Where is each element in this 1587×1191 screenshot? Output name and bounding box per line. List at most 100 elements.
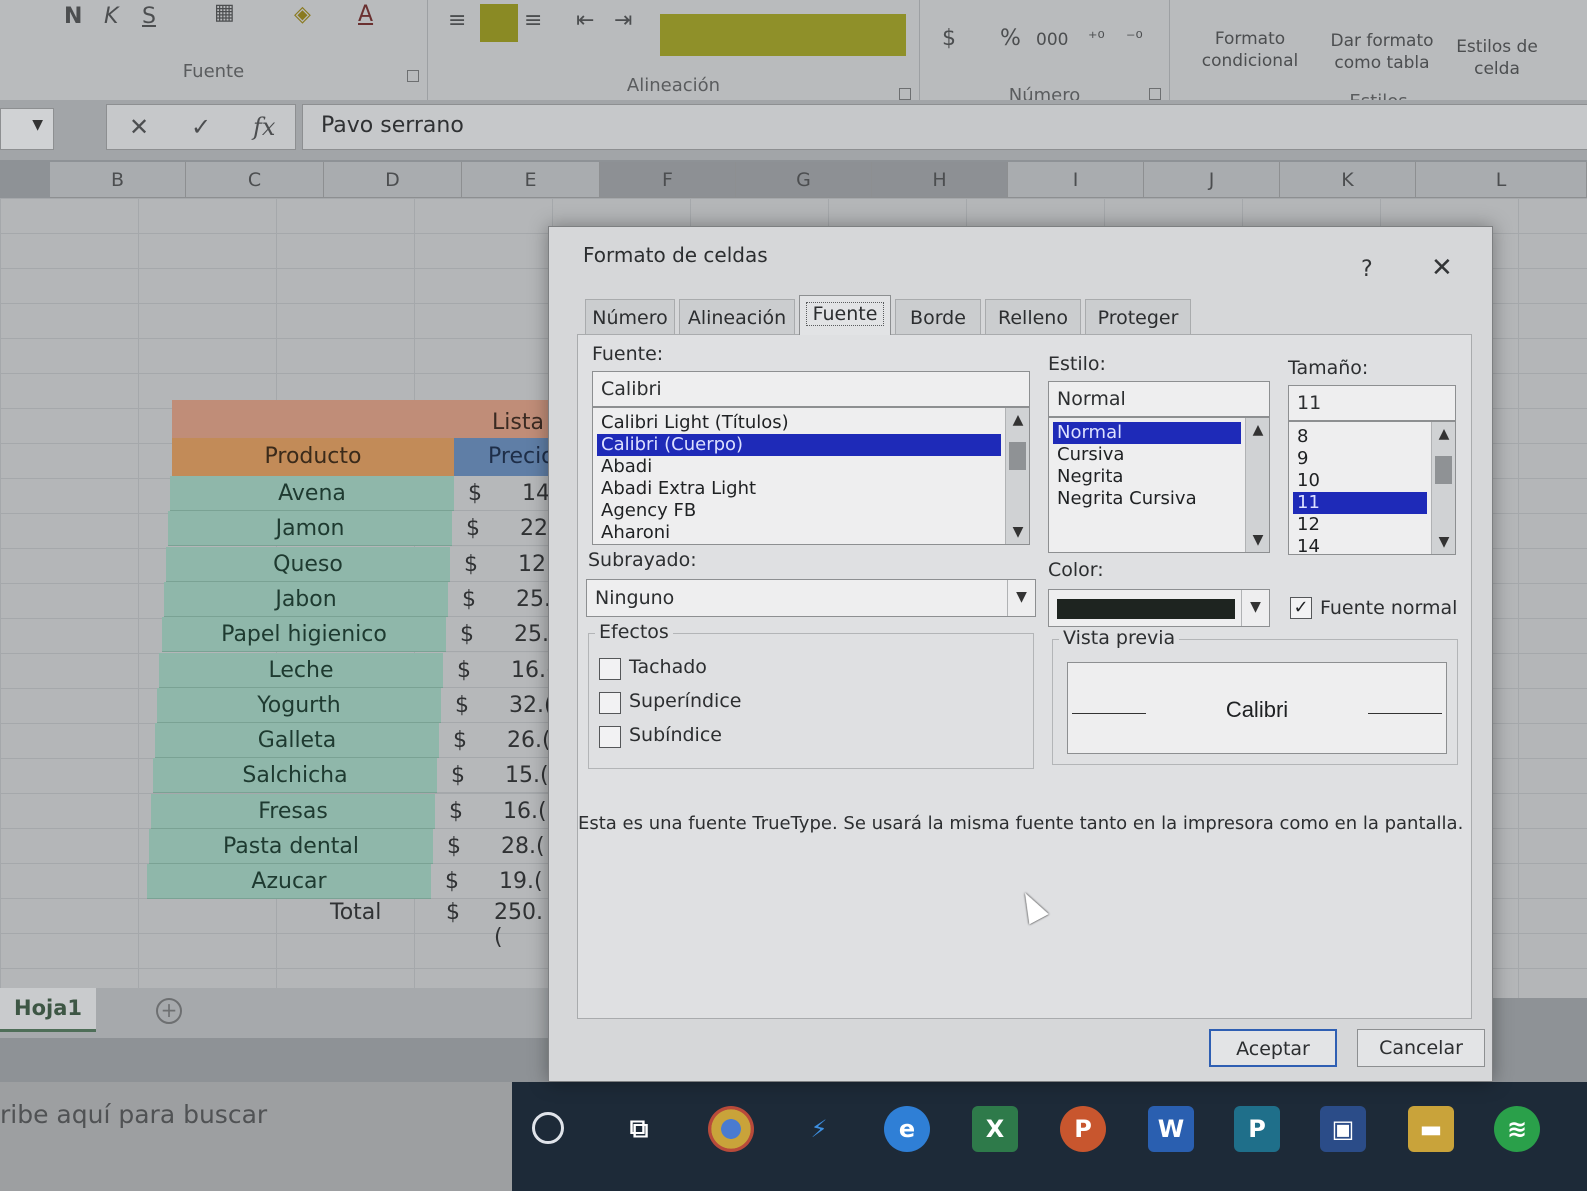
spotify-icon[interactable]: ≋ [1494,1106,1540,1152]
help-icon[interactable]: ? [1361,257,1373,282]
scroll-up-icon[interactable]: ▲ [1006,412,1029,428]
font-list-item[interactable]: Abadi Extra Light [597,478,1001,500]
underline-button[interactable]: S [142,4,156,29]
column-header-k[interactable]: K [1280,162,1416,198]
percent-button[interactable]: % [1000,26,1021,51]
ok-button[interactable]: Aceptar [1209,1029,1337,1067]
font-input[interactable]: Calibri [592,371,1030,407]
insert-function-icon[interactable]: fx [253,113,275,141]
font-list-item[interactable]: Calibri (Cuerpo) [597,434,1001,456]
style-list-item[interactable]: Normal [1053,422,1241,444]
alignment-launcher-icon[interactable] [899,88,911,100]
total-value[interactable]: $ 250.( [446,900,543,950]
style-input[interactable]: Normal [1048,381,1270,417]
header-product[interactable]: Producto [172,438,454,476]
scroll-down-icon[interactable]: ▼ [1006,524,1029,540]
product-name-cell[interactable]: Yogurth [157,687,441,723]
increase-decimal-icon[interactable]: ⁺⁰ [1088,28,1105,49]
bold-button[interactable]: N [64,4,82,29]
number-launcher-icon[interactable] [1149,88,1161,100]
visual-studio-icon[interactable]: ⚡ [796,1106,842,1152]
fill-color-icon[interactable]: ◈ [294,2,311,27]
style-list[interactable]: Normal Cursiva Negrita Negrita Cursiva ▲ ▼ [1048,417,1270,553]
scroll-down-icon[interactable]: ▼ [1432,534,1455,550]
product-name-cell[interactable]: Galleta [155,723,439,759]
product-price-cell[interactable]: $19.( [431,864,561,900]
column-header-g[interactable]: G [736,162,872,198]
tab-numero[interactable]: Número [585,299,675,335]
publisher-icon[interactable]: P [1234,1106,1280,1152]
product-name-cell[interactable]: Avena [170,476,454,511]
scroll-up-icon[interactable]: ▲ [1246,422,1269,438]
tab-borde[interactable]: Borde [895,299,981,335]
font-list-item[interactable]: Agency FB [597,500,1001,522]
confirm-icon[interactable]: ✓ [191,113,211,141]
product-name-cell[interactable]: Leche [159,652,443,688]
word-icon[interactable]: W [1148,1106,1194,1152]
size-list[interactable]: 8 9 10 11 12 14 ▲ ▼ [1288,421,1456,555]
font-list-item[interactable]: Calibri Light (Títulos) [597,412,1001,434]
font-launcher-icon[interactable] [407,70,419,82]
scroll-thumb[interactable] [1435,456,1452,484]
column-header-c[interactable]: C [186,162,324,198]
thousands-button[interactable]: 000 [1036,30,1068,50]
style-list-item[interactable]: Negrita Cursiva [1053,488,1241,510]
font-list[interactable]: Calibri Light (Títulos) Calibri (Cuerpo) A… [592,407,1030,545]
italic-button[interactable]: K [104,4,118,29]
font-list-scrollbar[interactable]: ▲ ▼ [1005,408,1029,544]
font-color-icon[interactable]: A [358,2,373,27]
strikethrough-checkbox[interactable] [599,658,621,680]
align-right-icon[interactable]: ≡ [524,8,542,33]
conditional-format-button[interactable]: Formato condicional [1180,28,1320,72]
task-view-icon[interactable]: ⧉ [616,1106,662,1152]
size-list-scrollbar[interactable]: ▲ ▼ [1431,422,1455,554]
font-list-item[interactable]: Abadi [597,456,1001,478]
font-list-item[interactable]: Aharoni [597,522,1001,544]
align-center-icon[interactable] [480,4,518,42]
product-name-cell[interactable]: Pasta dental [149,829,433,864]
scroll-down-icon[interactable]: ▼ [1246,532,1269,548]
product-name-cell[interactable]: Salchicha [153,758,437,794]
column-header-e[interactable]: E [462,162,600,198]
decrease-indent-icon[interactable]: ⇤ [576,8,594,33]
product-name-cell[interactable]: Jamon [168,511,452,547]
column-header-h[interactable]: H [872,162,1008,198]
name-box[interactable]: ▼ [0,108,54,150]
column-header-i[interactable]: I [1008,162,1144,198]
photos-icon[interactable]: ▣ [1320,1106,1366,1152]
tab-alineacion[interactable]: Alineación [679,299,795,335]
formula-input[interactable]: Pavo serrano [302,104,1587,150]
underline-dropdown[interactable]: Ninguno ▼ [586,579,1036,617]
increase-indent-icon[interactable]: ⇥ [614,8,632,33]
size-list-item[interactable]: 11 [1293,492,1427,514]
merge-center-button[interactable] [660,14,906,56]
total-label[interactable]: Total [330,900,381,925]
size-list-item[interactable]: 14 [1293,536,1427,554]
tab-relleno[interactable]: Relleno [985,299,1081,335]
column-header-f[interactable]: F [600,162,736,198]
column-header-d[interactable]: D [324,162,462,198]
powerpoint-icon[interactable]: P [1060,1106,1106,1152]
tab-fuente[interactable]: Fuente [799,295,891,335]
file-explorer-icon[interactable]: ▬ [1408,1106,1454,1152]
scroll-thumb[interactable] [1009,442,1026,470]
product-price-cell[interactable]: $28.( [433,829,563,864]
close-icon[interactable]: ✕ [1431,253,1453,283]
size-list-item[interactable]: 8 [1293,426,1427,448]
size-input[interactable]: 11 [1288,385,1456,421]
normal-font-checkbox[interactable]: ✓ [1290,597,1312,619]
size-list-item[interactable]: 9 [1293,448,1427,470]
column-header-b[interactable]: B [50,162,186,198]
add-sheet-icon[interactable]: + [156,998,182,1024]
align-left-icon[interactable]: ≡ [448,8,466,33]
tab-proteger[interactable]: Proteger [1085,299,1191,335]
style-list-scrollbar[interactable]: ▲ ▼ [1245,418,1269,552]
superscript-checkbox[interactable] [599,692,621,714]
format-as-table-button[interactable]: Dar formato como tabla [1316,30,1448,74]
cancel-button[interactable]: Cancelar [1357,1029,1485,1067]
column-header-l[interactable]: L [1416,162,1587,198]
color-dropdown[interactable]: ▼ [1048,589,1270,627]
chrome-icon[interactable] [708,1106,754,1152]
product-name-cell[interactable]: Azucar [147,864,431,900]
borders-icon[interactable]: ▦ [214,0,235,25]
